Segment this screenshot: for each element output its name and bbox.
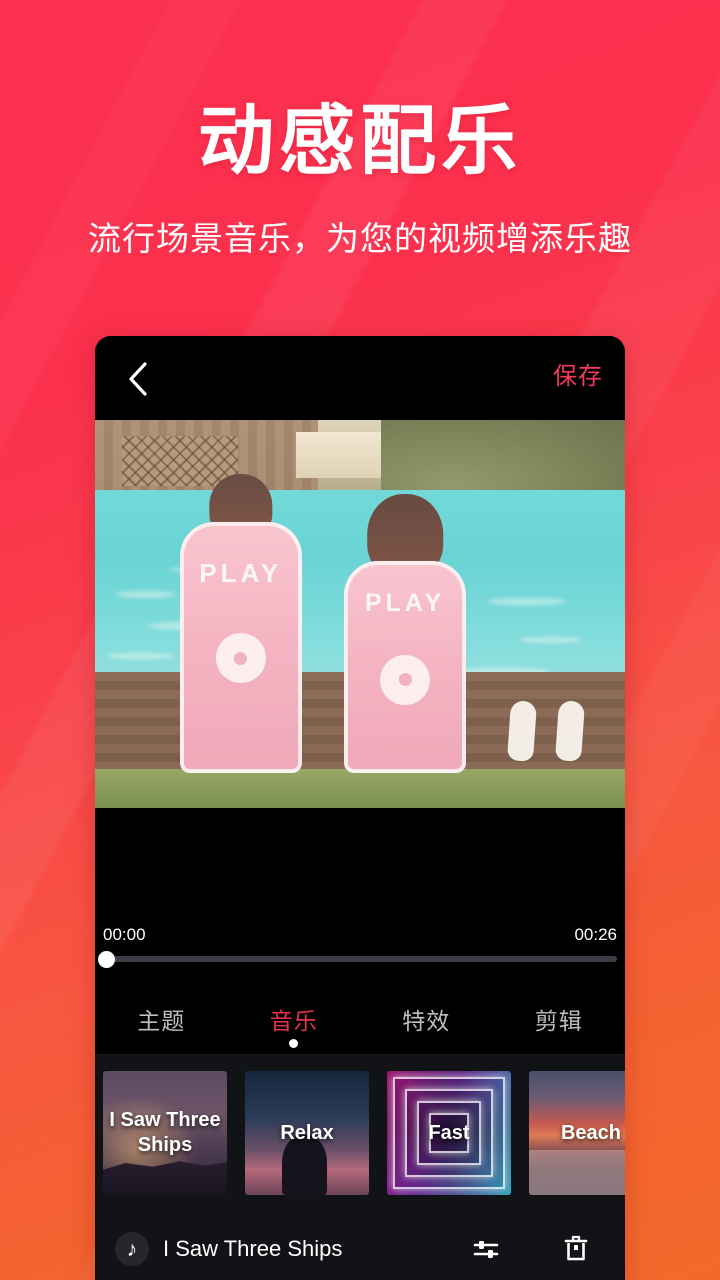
music-card-title: Fast xyxy=(428,1121,470,1144)
preview-subject-left: PLAY xyxy=(179,474,302,774)
preview-photo: PLAY PLAY xyxy=(95,420,625,808)
tab-label: 音乐 xyxy=(269,1008,318,1034)
music-card[interactable]: Beach xyxy=(529,1071,625,1195)
timeline-start-label: 00:00 xyxy=(103,925,146,944)
tab-label: 主题 xyxy=(137,1008,186,1034)
timeline-end-label: 00:26 xyxy=(574,925,617,944)
selected-track-name: I Saw Three Ships xyxy=(163,1236,343,1261)
trash-icon[interactable] xyxy=(555,1228,597,1270)
promo-screen: 动感配乐 流行场景音乐，为您的视频增添乐趣 保存 PLAY PLAY 00:00… xyxy=(0,0,720,1280)
preview-subject-right: PLAY xyxy=(344,493,466,774)
music-card[interactable]: Relax xyxy=(245,1071,369,1195)
music-card[interactable]: Fast xyxy=(387,1071,511,1195)
tab-music[interactable]: 音乐 xyxy=(228,988,361,1054)
phone-mockup: 保存 PLAY PLAY 00:00 00:26 主题 音乐 特效 剪辑 I S… xyxy=(95,336,625,1280)
music-card-title: Relax xyxy=(280,1121,334,1144)
music-card-title: Beach xyxy=(560,1121,622,1144)
promo-subtitle: 流行场景音乐，为您的视频增添乐趣 xyxy=(88,220,632,257)
tab-trim[interactable]: 剪辑 xyxy=(493,988,626,1054)
video-preview[interactable]: PLAY PLAY xyxy=(95,420,625,808)
selected-music-bar: ♪ I Saw Three Ships xyxy=(95,1213,625,1280)
music-card[interactable]: I Saw Three Ships xyxy=(103,1071,227,1195)
preview-sandal-left xyxy=(506,700,537,763)
promo-title: 动感配乐 xyxy=(198,99,522,184)
tab-indicator-dot xyxy=(289,1039,299,1048)
timeline-playhead[interactable] xyxy=(98,951,115,968)
timeline[interactable]: 00:00 00:26 xyxy=(95,924,625,988)
sliders-icon[interactable] xyxy=(465,1228,507,1270)
editor-tabs: 主题 音乐 特效 剪辑 xyxy=(95,988,625,1055)
music-card-title: I Saw Three Ships xyxy=(109,1109,221,1156)
tab-effects[interactable]: 特效 xyxy=(360,988,493,1054)
app-topbar: 保存 xyxy=(95,336,625,420)
tab-theme[interactable]: 主题 xyxy=(95,988,228,1054)
timeline-track[interactable] xyxy=(103,956,617,962)
preview-sandal-right xyxy=(554,700,585,763)
save-button[interactable]: 保存 xyxy=(553,360,603,394)
music-note-icon: ♪ xyxy=(115,1232,149,1266)
back-button[interactable] xyxy=(113,354,163,404)
tab-label: 特效 xyxy=(402,1008,451,1034)
tab-label: 剪辑 xyxy=(534,1008,583,1034)
preview-letterbox xyxy=(95,808,625,924)
chevron-left-icon xyxy=(127,361,149,397)
music-card-strip[interactable]: I Saw Three Ships Relax Fast Beach xyxy=(95,1055,625,1213)
